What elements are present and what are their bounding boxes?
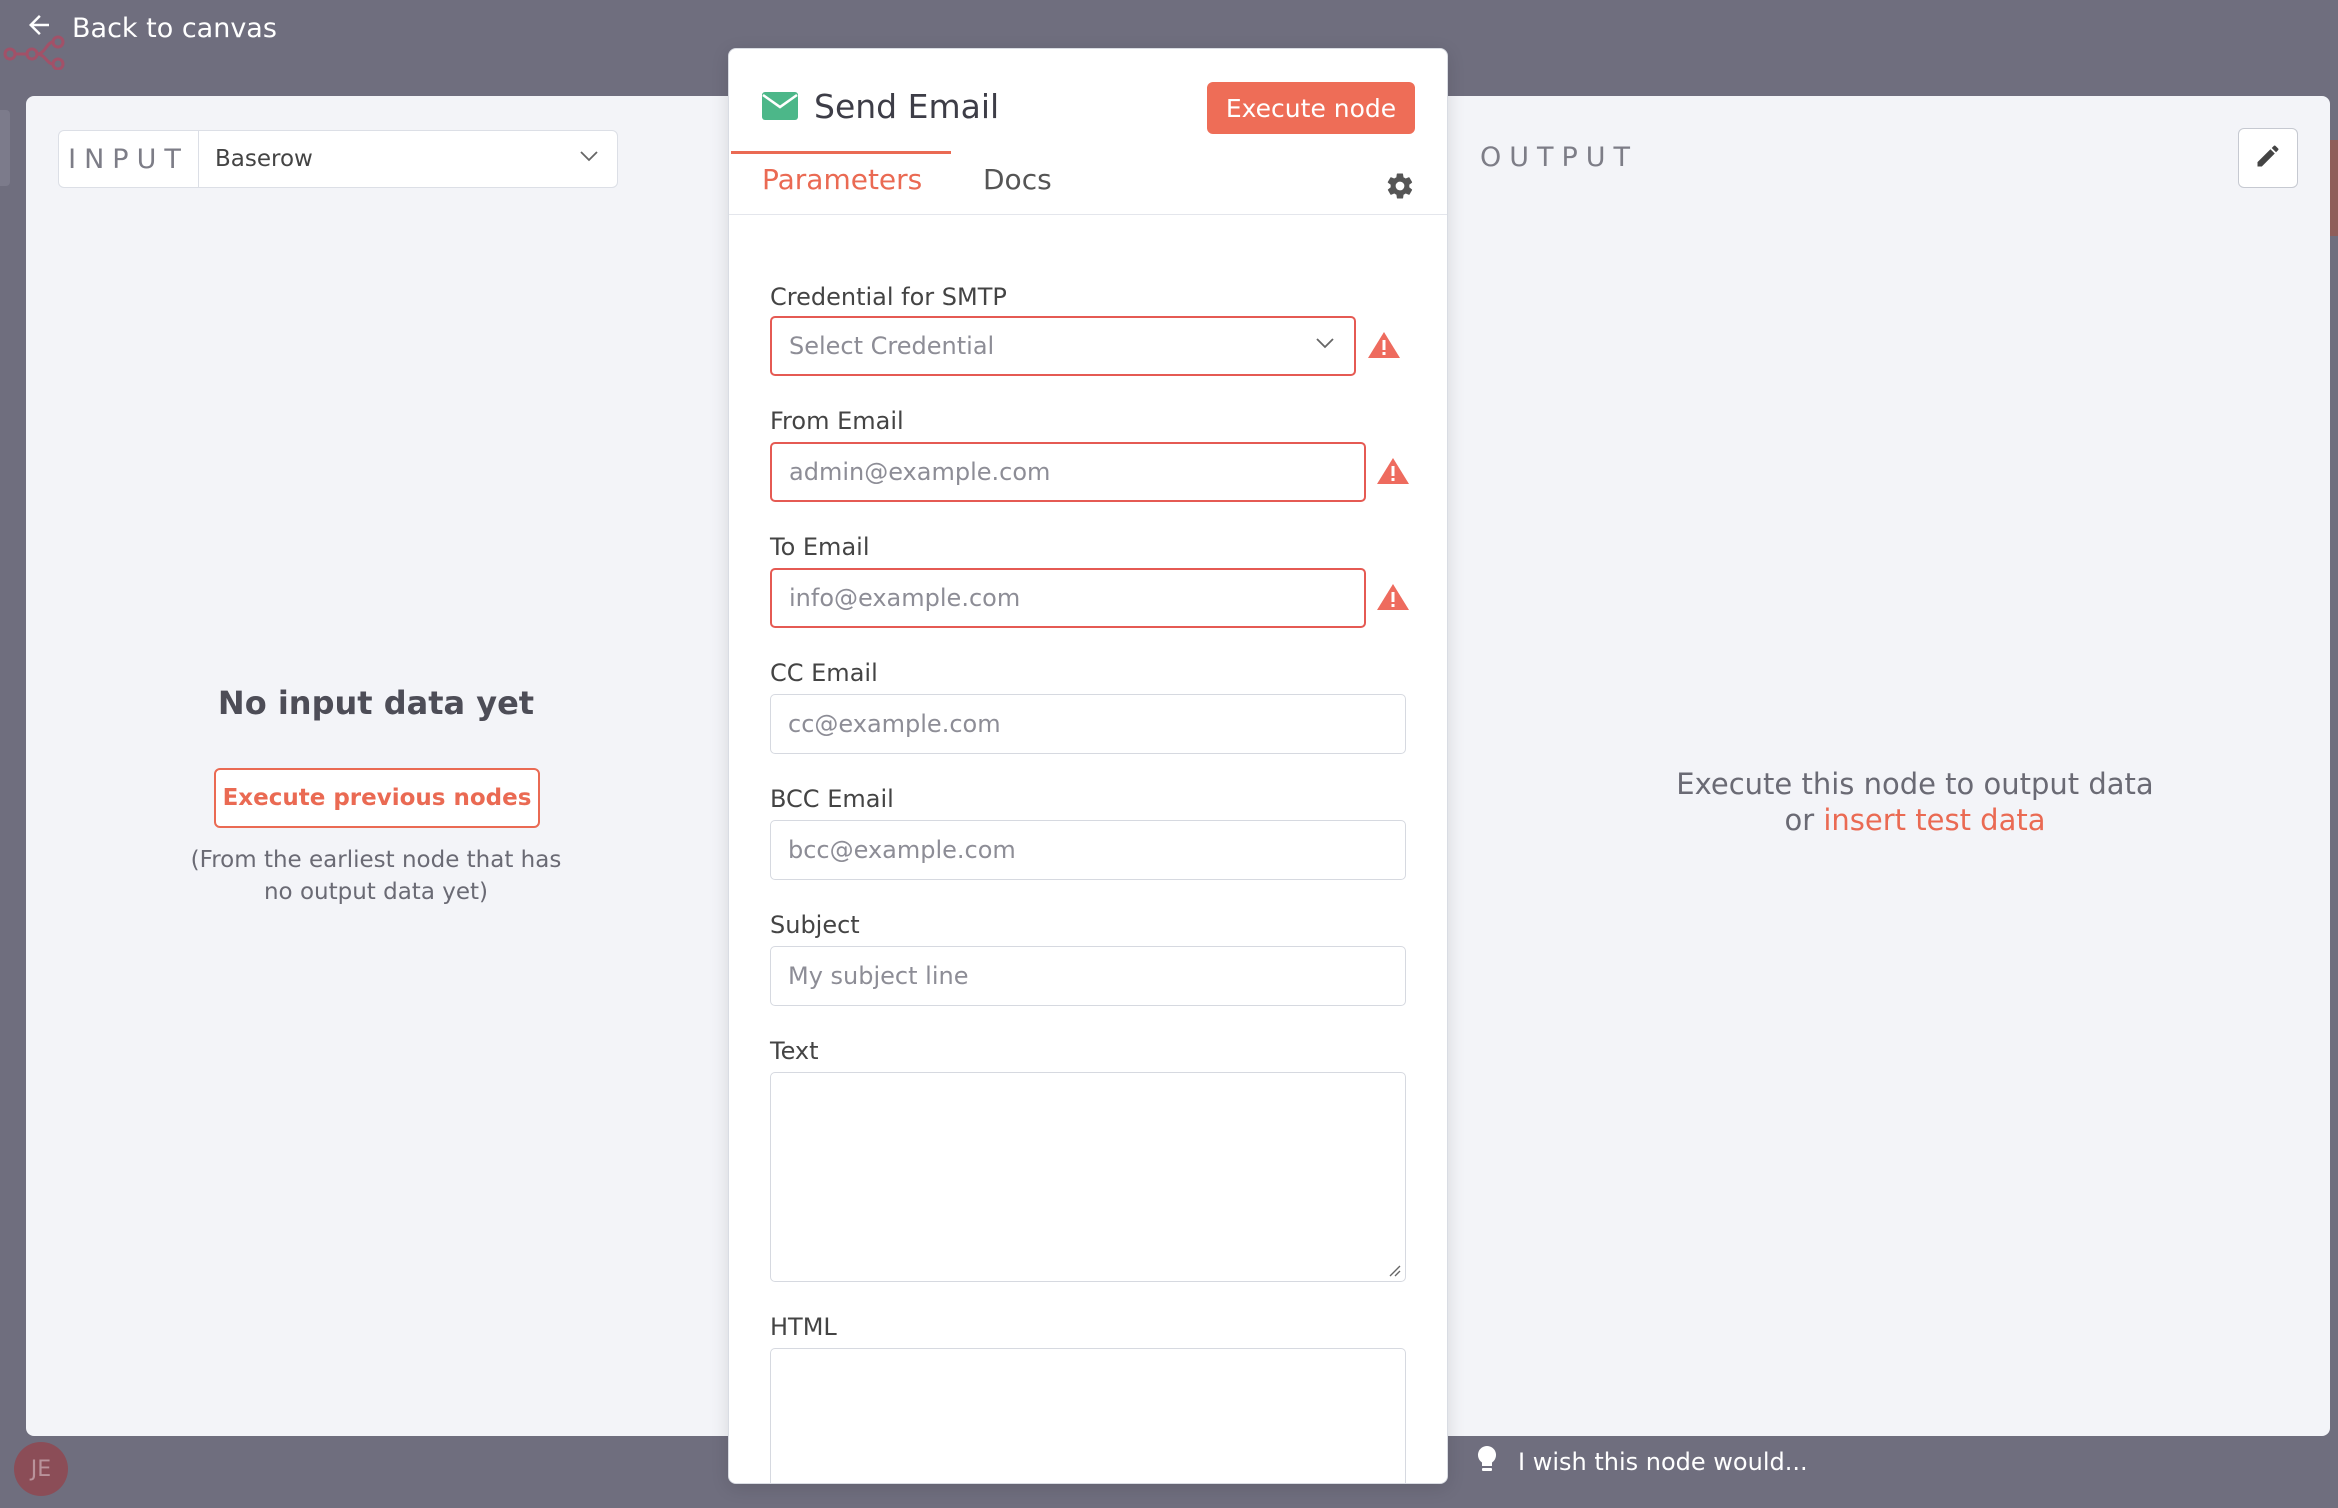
output-empty-hint: Execute this node to output data or inse…	[1480, 766, 2338, 838]
sidebar-edge	[0, 110, 10, 186]
avatar[interactable]: JE	[14, 1442, 68, 1496]
credential-placeholder: Select Credential	[789, 332, 995, 360]
cc-email-label: CC Email	[770, 659, 878, 687]
node-title: Send Email	[814, 87, 1000, 126]
parameters-form: Credential for SMTP Select Credential Fr…	[729, 216, 1447, 1483]
execute-node-button[interactable]: Execute node	[1207, 82, 1415, 134]
html-label: HTML	[770, 1313, 837, 1341]
no-input-title: No input data yet	[217, 684, 535, 722]
chevron-down-icon	[1313, 331, 1337, 361]
warning-icon	[1376, 582, 1410, 612]
insert-test-data-link[interactable]: insert test data	[1823, 803, 2045, 837]
html-textarea[interactable]	[770, 1348, 1406, 1483]
tab-parameters[interactable]: Parameters	[762, 157, 922, 215]
credential-select[interactable]: Select Credential	[770, 316, 1356, 376]
canvas-node-edge	[2330, 140, 2338, 236]
edit-output-button[interactable]	[2238, 128, 2298, 188]
credential-label: Credential for SMTP	[770, 283, 1007, 311]
feedback-link[interactable]: I wish this node would...	[1476, 1445, 1808, 1479]
input-node-selector: INPUT Baserow	[58, 130, 618, 188]
from-email-label: From Email	[770, 407, 904, 435]
input-pane-title: INPUT	[59, 131, 199, 187]
node-settings-panel: Send Email Execute node Parameters Docs …	[728, 48, 1448, 1484]
chevron-down-icon	[577, 144, 601, 174]
warning-icon	[1367, 330, 1401, 360]
cc-email-field[interactable]: cc@example.com	[770, 694, 1406, 754]
feedback-label: I wish this node would...	[1518, 1448, 1808, 1476]
subject-label: Subject	[770, 911, 860, 939]
input-node-dropdown[interactable]: Baserow	[199, 131, 617, 187]
pencil-icon	[2254, 142, 2282, 174]
lightbulb-icon	[1476, 1445, 1498, 1479]
envelope-icon	[761, 91, 799, 121]
output-pane-title: OUTPUT	[1480, 142, 1639, 173]
back-to-canvas-label: Back to canvas	[72, 12, 277, 44]
execute-previous-note: (From the earliest node that has no outp…	[190, 847, 562, 905]
gear-icon[interactable]	[1385, 171, 1415, 201]
from-email-field[interactable]: admin@example.com	[770, 442, 1366, 502]
bcc-email-field[interactable]: bcc@example.com	[770, 820, 1406, 880]
bcc-email-label: BCC Email	[770, 785, 894, 813]
input-node-value: Baserow	[215, 146, 313, 172]
resize-grip-icon[interactable]	[1385, 1261, 1401, 1277]
output-hint-line: Execute this node to output data	[1676, 767, 2154, 801]
subject-field[interactable]: My subject line	[770, 946, 1406, 1006]
output-hint-or: or	[1784, 803, 1815, 837]
app-logo-icon	[3, 35, 65, 70]
node-header: Send Email Execute node Parameters Docs	[729, 49, 1447, 215]
to-email-label: To Email	[770, 533, 870, 561]
to-email-field[interactable]: info@example.com	[770, 568, 1366, 628]
warning-icon	[1376, 456, 1410, 486]
tab-docs[interactable]: Docs	[983, 157, 1052, 215]
text-label: Text	[770, 1037, 819, 1065]
active-tab-indicator	[731, 151, 951, 154]
text-textarea[interactable]	[770, 1072, 1406, 1282]
node-tabs: Parameters Docs	[729, 157, 1447, 215]
execute-previous-nodes-button[interactable]: Execute previous nodes	[214, 768, 540, 828]
